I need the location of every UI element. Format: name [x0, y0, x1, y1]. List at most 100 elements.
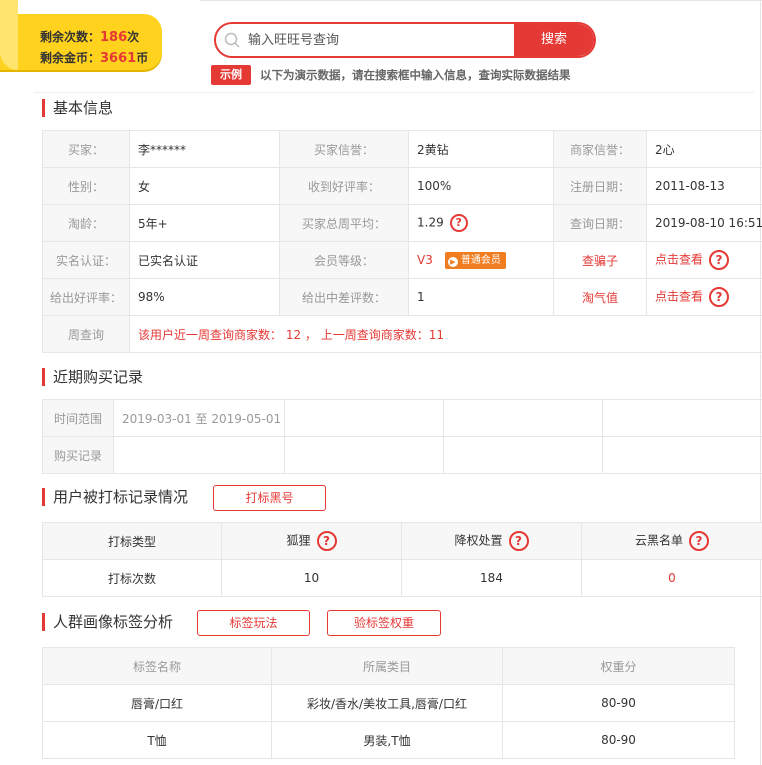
cloud-blacklist-header: 云黑名单: [634, 533, 683, 548]
register-date-label: 注册日期：: [553, 167, 647, 205]
tag-name-header: 标签名称: [42, 647, 272, 685]
recent-purchases-title: 近期购买记录: [42, 368, 143, 386]
member-level-cell: V3 ▶ 普通会员: [408, 241, 554, 279]
table-row: 唇膏/口红 彩妆/香水/美妆工具,唇膏/口红 80-90: [42, 684, 735, 722]
info-row: 买家： 李****** 买家信誉： 2黄钻 商家信誉： 2心: [42, 130, 762, 168]
empty-cell: [113, 436, 285, 474]
demo-note: 以下为演示数据，请在搜索框中输入信息，查询实际数据结果: [260, 68, 571, 82]
category-header: 所属类目: [271, 647, 503, 685]
empty-cell: [602, 399, 762, 437]
question-icon[interactable]: ?: [709, 287, 730, 307]
query-date-label: 查询日期：: [553, 204, 647, 242]
crowd-header-row: 标签名称 所属类目 权重分: [42, 647, 735, 685]
marking-records-title: 用户被打标记录情况: [42, 488, 188, 506]
crowd-tags-table: 标签名称 所属类目 权重分 唇膏/口红 彩妆/香水/美妆工具,唇膏/口红 80-…: [42, 647, 735, 759]
seller-credit-value: 2心: [646, 130, 762, 168]
empty-cell: [443, 399, 603, 437]
balance-badge: 剩余次数：186次 剩余金币：3661币: [0, 0, 162, 70]
tag-weight-button[interactable]: 验标签权重: [327, 610, 441, 636]
coins-label: 剩余金币：: [40, 51, 101, 65]
weekly-average-cell: 1.29?: [408, 204, 554, 242]
gender-label: 性别：: [42, 167, 130, 205]
fox-count: 10: [221, 559, 402, 597]
buyer-credit-label: 买家信誉：: [279, 130, 409, 168]
buyer-label: 买家：: [42, 130, 130, 168]
time-range-value: 2019-03-01 至 2019-05-01: [113, 399, 285, 437]
search-icon: [224, 32, 240, 48]
mark-type-header: 打标类型: [42, 522, 222, 560]
fox-header: 狐狸: [286, 533, 311, 548]
fraud-check-label: 查骗子: [553, 241, 647, 279]
empty-cell: [284, 399, 444, 437]
search-input[interactable]: [248, 24, 518, 56]
account-age-label: 淘龄：: [42, 204, 130, 242]
search-bar: 搜索: [214, 22, 596, 58]
weekly-average-label: 买家总周平均：: [279, 204, 409, 242]
frame-top-edge: [200, 0, 762, 1]
query-date-value: 2019-08-10 16:51:12: [646, 204, 762, 242]
fraud-check-link[interactable]: 点击查看: [655, 253, 703, 267]
coins-remaining: 剩余金币：3661币: [40, 49, 148, 66]
times-remaining: 剩余次数：186次: [40, 28, 139, 45]
time-range-label: 时间范围: [42, 399, 114, 437]
buyer-credit-value: 2黄钻: [408, 130, 554, 168]
real-name-value: 已实名认证: [129, 241, 280, 279]
member-level-value: V3: [417, 252, 433, 267]
gender-value: 女: [129, 167, 280, 205]
blacklist-button[interactable]: 打标黑号: [213, 485, 326, 511]
vip-badge-label: 普通会员: [460, 254, 501, 266]
fraud-check-cell: 点击查看?: [646, 241, 762, 279]
negative-count-label: 给出中差评数：: [279, 278, 409, 316]
seller-credit-label: 商家信誉：: [553, 130, 647, 168]
purchase-records-label: 购买记录: [42, 436, 114, 474]
real-name-label: 实名认证：: [42, 241, 130, 279]
empty-cell: [443, 436, 603, 474]
question-icon[interactable]: ?: [449, 214, 468, 232]
cloud-blacklist-count: 0: [581, 559, 762, 597]
empty-cell: [602, 436, 762, 474]
basic-info-title: 基本信息: [42, 99, 113, 117]
question-icon[interactable]: ?: [709, 250, 730, 270]
marking-count-row: 打标次数 10 184 0: [42, 559, 762, 597]
tag-weight: 80-90: [502, 684, 735, 722]
vip-badge: ▶ 普通会员: [444, 251, 506, 269]
times-label: 剩余次数：: [40, 30, 101, 44]
times-unit: 次: [127, 30, 140, 44]
recent-purchases-table: 时间范围 2019-03-01 至 2019-05-01 购买记录: [42, 399, 762, 474]
received-rate-label: 收到好评率：: [279, 167, 409, 205]
demotion-header-cell: 降权处置?: [401, 522, 582, 560]
register-date-value: 2011-08-13: [646, 167, 762, 205]
given-rate-value: 98%: [129, 278, 280, 316]
marking-table: 打标类型 狐狸? 降权处置? 云黑名单? 打标次数 10 184 0: [42, 522, 762, 597]
week-query-label: 周查询: [42, 315, 130, 353]
naughty-value-cell: 点击查看?: [646, 278, 762, 316]
info-row: 给出好评率： 98% 给出中差评数： 1 淘气值 点击查看?: [42, 278, 762, 316]
search-button[interactable]: 搜索: [514, 24, 594, 56]
crowd-tags-title: 人群画像标签分析: [42, 613, 173, 631]
naughty-value-link[interactable]: 点击查看: [655, 290, 703, 304]
times-value: 186: [100, 30, 128, 45]
fox-header-cell: 狐狸?: [221, 522, 402, 560]
mark-count-label: 打标次数: [42, 559, 222, 597]
tag-play-button[interactable]: 标签玩法: [197, 610, 310, 636]
tag-weight: 80-90: [502, 721, 735, 759]
demotion-count: 184: [401, 559, 582, 597]
info-row: 实名认证： 已实名认证 会员等级： V3 ▶ 普通会员 查骗子 点击查看?: [42, 241, 762, 279]
given-rate-label: 给出好评率：: [42, 278, 130, 316]
tag-category: 彩妆/香水/美妆工具,唇膏/口红: [271, 684, 503, 722]
recent-row: 购买记录: [42, 436, 762, 474]
question-icon[interactable]: ?: [508, 531, 529, 551]
tag-name: T恤: [42, 721, 272, 759]
member-level-label: 会员等级：: [279, 241, 409, 279]
info-row: 周查询 该用户近一周查询商家数： 12 ， 上一周查询商家数：11: [42, 315, 762, 353]
marking-header-row: 打标类型 狐狸? 降权处置? 云黑名单?: [42, 522, 762, 560]
naughty-value-label: 淘气值: [553, 278, 647, 316]
question-icon[interactable]: ?: [316, 531, 337, 551]
coins-unit: 币: [136, 51, 149, 65]
coins-value: 3661: [100, 51, 137, 66]
weight-header: 权重分: [502, 647, 735, 685]
demotion-header: 降权处置: [454, 533, 503, 548]
question-icon[interactable]: ?: [689, 531, 709, 551]
header-divider: [34, 92, 754, 93]
badge-curl: [0, 0, 18, 70]
